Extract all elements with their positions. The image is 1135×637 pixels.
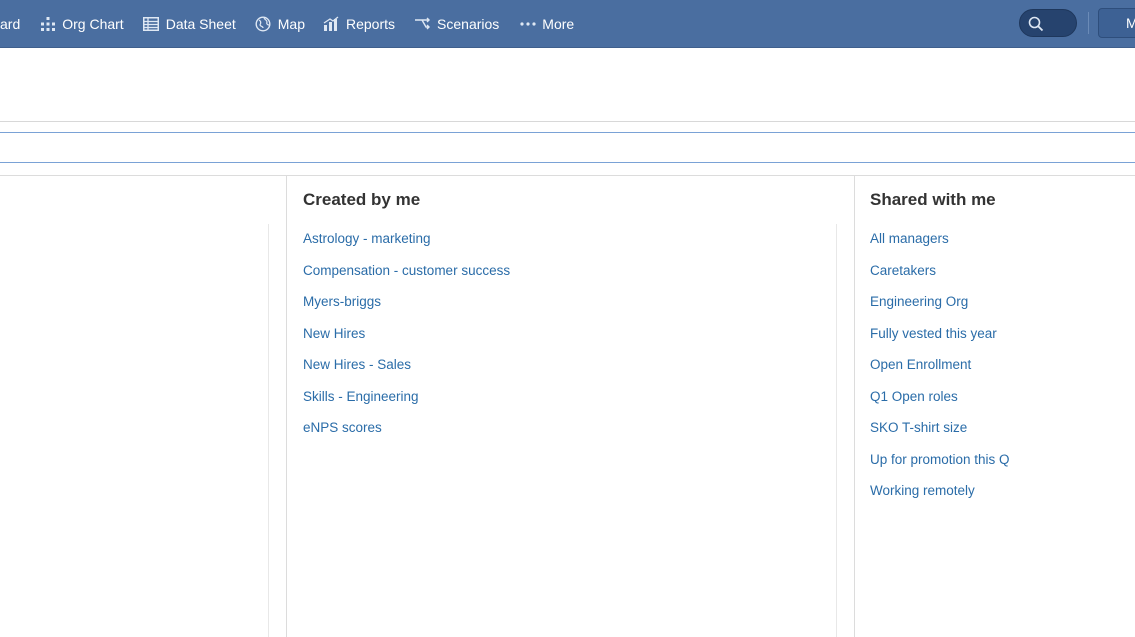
reports-icon [323,15,340,32]
list-item[interactable]: Working remotely [870,481,1010,513]
nav-map[interactable]: Map [255,0,305,47]
more-dots-icon [519,15,536,32]
nav-reports[interactable]: Reports [323,0,395,47]
list-item[interactable]: Fully vested this year [870,324,1010,356]
nav-scenarios-label: Scenarios [437,15,500,32]
list-item[interactable]: Caretakers [870,261,1010,293]
shared-with-me-title: Shared with me [870,190,996,209]
middle-panel-edge [836,224,837,637]
left-panel-edge [268,224,269,637]
nav-map-label: Map [277,15,305,32]
list-item[interactable]: Compensation - customer success [303,261,510,293]
created-by-me-title: Created by me [303,190,421,209]
list-item[interactable]: Skills - Engineering [303,387,510,419]
created-by-me-list: Astrology - marketing Compensation - cus… [303,229,510,450]
filter-search-bar[interactable] [0,132,1135,163]
column-divider-1 [286,176,287,637]
header-divider [0,121,1135,122]
nav-org-chart-label: Org Chart [62,15,124,32]
list-item[interactable]: Q1 Open roles [870,387,1010,419]
list-item[interactable]: Myers-briggs [303,292,510,324]
nav-data-sheet[interactable]: Data Sheet [143,0,236,47]
nav-more-label: More [542,15,575,32]
globe-icon [255,15,272,32]
nav-reports-label: Reports [346,15,396,32]
nav-data-sheet-label: Data Sheet [165,15,236,32]
top-nav-bar: ard Org Chart Data Sheet Map Reports Sce… [0,0,1135,48]
nav-more[interactable]: More [519,0,574,47]
list-item[interactable]: eNPS scores [303,418,510,450]
content-top-divider [0,175,1135,176]
list-item[interactable]: Engineering Org [870,292,1010,324]
list-item[interactable]: New Hires - Sales [303,355,510,387]
list-item[interactable]: New Hires [303,324,510,356]
list-item[interactable]: Astrology - marketing [303,229,510,261]
nav-separator [1088,12,1089,34]
org-chart-icon [39,15,56,32]
column-divider-2 [854,176,855,637]
shared-with-me-list: All managers Caretakers Engineering Org … [870,229,1010,513]
nav-scenarios[interactable]: Scenarios [414,0,499,47]
list-item[interactable]: All managers [870,229,1010,261]
search-icon [1028,16,1044,32]
data-sheet-icon [143,15,160,32]
list-item[interactable]: Up for promotion this Q [870,450,1010,482]
nav-dashboard-label: ard [0,15,21,32]
list-item[interactable]: Open Enrollment [870,355,1010,387]
nav-dashboard[interactable]: ard [0,0,20,47]
search-toggle[interactable] [1019,9,1077,37]
list-item[interactable]: SKO T-shirt size [870,418,1010,450]
main-nav: ard Org Chart Data Sheet Map Reports Sce… [0,0,574,47]
nav-org-chart[interactable]: Org Chart [39,0,124,47]
scenarios-icon [414,15,431,32]
user-menu-button[interactable]: M [1098,8,1135,38]
